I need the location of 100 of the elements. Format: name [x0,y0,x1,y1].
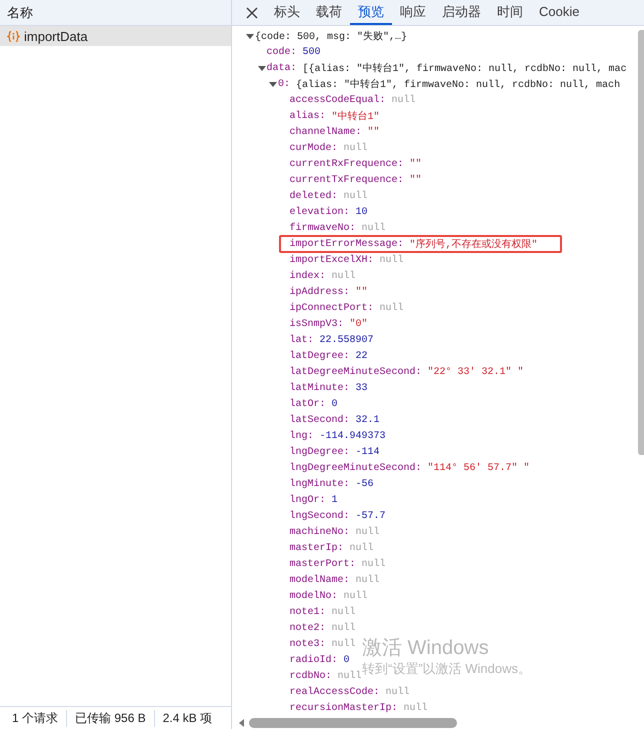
json-summary: [{alias: "中转台1", firmwaveNo: null, rcdbNo: null, mac [302,62,627,75]
expand-triangle-icon[interactable] [246,32,254,40]
json-key: latOr: [290,398,326,410]
json-key: realAccessCode: [290,686,380,698]
json-key: radioId: [290,654,338,666]
json-key: channelName: [290,126,362,138]
json-value: null [344,190,368,202]
json-key: modelName: [290,574,350,586]
json-key: data: [266,62,297,74]
json-key: lng: [290,430,314,442]
json-value: null [332,270,356,282]
json-key: ipAddress: [290,286,350,298]
json-value: 10 [356,206,368,218]
json-value: null [356,574,380,586]
json-value: null [344,590,368,602]
json-key: latMinute: [290,382,350,394]
json-key: curMode: [290,142,338,154]
json-value: "" [410,174,422,186]
json-summary: {alias: "中转台1", firmwaveNo: null, rcdbNo: null, mach [296,78,620,91]
json-value: 22 [356,350,368,362]
status-text: 1 个请求 [11,710,60,726]
json-key: 0: [278,78,290,90]
tab[interactable]: Cookie [531,0,588,25]
json-value: null [380,254,404,266]
status-text: 已传输 956 B [66,710,154,726]
json-value: "中转台1" [332,110,380,123]
json-key: modelNo: [290,590,338,602]
json-value: null [404,702,428,714]
json-key: lngDegree: [290,446,350,458]
json-key: alias: [290,110,326,122]
json-key: accessCodeEqual: [290,94,386,106]
json-value: "" [356,286,368,298]
json-value: null [362,222,386,234]
json-key: latSecond: [290,414,350,426]
json-key: ipConnectPort: [290,302,374,314]
json-value: null [350,542,374,554]
json-value: -114.949373 [320,430,386,442]
expand-triangle-icon[interactable] [258,64,266,72]
braces-icon [7,30,20,42]
json-key: latDegreeMinuteSecond: [290,366,422,378]
json-value: -56 [356,478,374,490]
column-header[interactable]: 名称 [0,0,231,26]
json-value: -57.7 [356,510,386,522]
json-value: 32.1 [356,414,380,426]
json-value: 500 [302,46,321,58]
json-key: masterIp: [290,542,344,554]
activation-title: 激活 Windows [362,636,490,660]
json-key: lngDegreeMinuteSecond: [290,462,422,474]
request-name: importData [24,28,88,44]
expand-triangle-icon[interactable] [269,80,277,88]
scroll-left-icon[interactable] [238,718,245,726]
json-key: note1: [290,606,326,618]
json-value: "114° 56′ 57.7″ " [428,462,530,474]
json-key: lngOr: [290,494,326,506]
tab[interactable]: 标头 [266,0,308,25]
json-key: isSnmpV3: [290,318,344,330]
status-text: 2.4 kB 项 [154,710,220,726]
json-key: elevation: [290,206,350,218]
tab[interactable]: 启动器 [434,0,489,25]
tab[interactable]: 响应 [392,0,434,25]
json-value: null [332,638,356,650]
json-value: 0 [344,654,350,666]
tab[interactable]: 载荷 [308,0,350,25]
json-key: lat: [290,334,314,346]
json-key: currentRxFrequence: [290,158,404,170]
json-value: null [332,606,356,618]
tab[interactable]: 时间 [489,0,531,25]
json-key: rcdbNo: [290,670,332,682]
json-key: recursionMasterIp: [290,702,398,714]
json-key: importErrorMessage: [290,238,404,250]
request-row[interactable]: importData [0,26,231,46]
json-key: latDegree: [290,350,350,362]
json-key: machineNo: [290,526,350,538]
json-value: null [386,686,410,698]
activation-text: 转到“设置”以激活 Windows。 [362,661,532,676]
json-key: deleted: [290,190,338,202]
scrollbar-thumb[interactable] [638,30,644,455]
json-value: 33 [356,382,368,394]
json-value: null [380,302,404,314]
json-value: "0" [350,318,368,330]
json-value: null [344,142,368,154]
json-key: importExcelXH: [290,254,374,266]
scrollbar-thumb[interactable] [249,718,457,728]
json-key: lngSecond: [290,510,350,522]
json-key: note2: [290,622,326,634]
json-value: "" [368,126,380,138]
json-value: "22° 33′ 32.1″ " [428,366,524,378]
json-key: masterPort: [290,558,356,570]
json-summary: {code: 500, msg: "失败",…} [255,30,408,43]
json-value: 22.558907 [320,334,374,346]
json-value: 0 [332,398,338,410]
tab[interactable]: 预览 [350,0,392,25]
json-value: "序列号,不存在或没有权限" [410,238,538,251]
json-value: null [392,94,416,106]
json-key: note3: [290,638,326,650]
json-key: lngMinute: [290,478,350,490]
json-key: code: [266,46,297,58]
json-value: null [332,622,356,634]
json-value: -114 [356,446,380,458]
json-value: "" [410,158,422,170]
